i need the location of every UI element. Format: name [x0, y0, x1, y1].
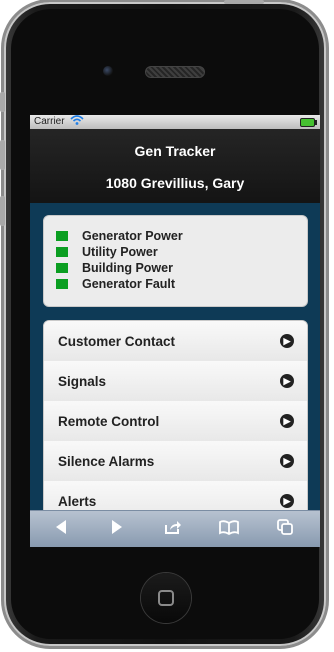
- menu-item-label: Alerts: [58, 494, 97, 509]
- forward-icon[interactable]: [106, 519, 128, 539]
- status-indicator-icon: [56, 231, 68, 241]
- share-icon[interactable]: [162, 519, 184, 539]
- chevron-right-circle-icon: ▶: [280, 414, 294, 428]
- chevron-right-circle-icon: ▶: [280, 374, 294, 388]
- status-indicator-icon: [56, 247, 68, 257]
- status-label: Generator Fault: [82, 277, 176, 291]
- app-screen: Carrier Gen Tracker 1080 Grevillius, Gar…: [30, 115, 320, 547]
- status-label: Building Power: [82, 261, 173, 275]
- menu-item-label: Remote Control: [58, 414, 160, 429]
- menu-item-label: Customer Contact: [58, 334, 176, 349]
- browser-toolbar: [30, 510, 320, 547]
- menu-item-customer-contact[interactable]: Customer Contact ▶: [44, 321, 307, 362]
- status-indicator-icon: [56, 263, 68, 273]
- volume-up-button: [0, 140, 5, 170]
- menu-item-remote-control[interactable]: Remote Control ▶: [44, 401, 307, 442]
- main-menu: Customer Contact ▶ Signals ▶ Remote Cont…: [43, 320, 308, 522]
- chevron-right-circle-icon: ▶: [280, 334, 294, 348]
- menu-item-silence-alarms[interactable]: Silence Alarms ▶: [44, 441, 307, 482]
- speaker-grille: [145, 66, 205, 78]
- chevron-right-circle-icon: ▶: [280, 494, 294, 508]
- bookmarks-icon[interactable]: [218, 519, 240, 539]
- status-indicator-icon: [56, 279, 68, 289]
- wifi-icon: [70, 115, 84, 130]
- menu-item-label: Signals: [58, 374, 107, 389]
- home-square-icon: [158, 590, 174, 606]
- status-bar: Carrier: [30, 115, 320, 129]
- menu-item-label: Silence Alarms: [58, 454, 155, 469]
- carrier-label: Carrier: [34, 116, 65, 127]
- camera-icon: [103, 66, 113, 76]
- chevron-right-circle-icon: ▶: [280, 454, 294, 468]
- status-label: Utility Power: [82, 245, 158, 259]
- battery-icon: [300, 118, 317, 127]
- status-panel: Generator Power Utility Power Building P…: [43, 215, 308, 307]
- volume-down-button: [0, 196, 5, 226]
- back-icon[interactable]: [50, 519, 72, 539]
- app-header: Gen Tracker 1080 Grevillius, Gary: [30, 129, 320, 203]
- tabs-icon[interactable]: [274, 519, 296, 539]
- status-label: Generator Power: [82, 229, 183, 243]
- mute-switch: [0, 92, 5, 112]
- power-button: [224, 0, 264, 4]
- menu-item-signals[interactable]: Signals ▶: [44, 361, 307, 402]
- site-address: 1080 Grevillius, Gary: [105, 175, 245, 191]
- page-title: Gen Tracker: [134, 143, 216, 159]
